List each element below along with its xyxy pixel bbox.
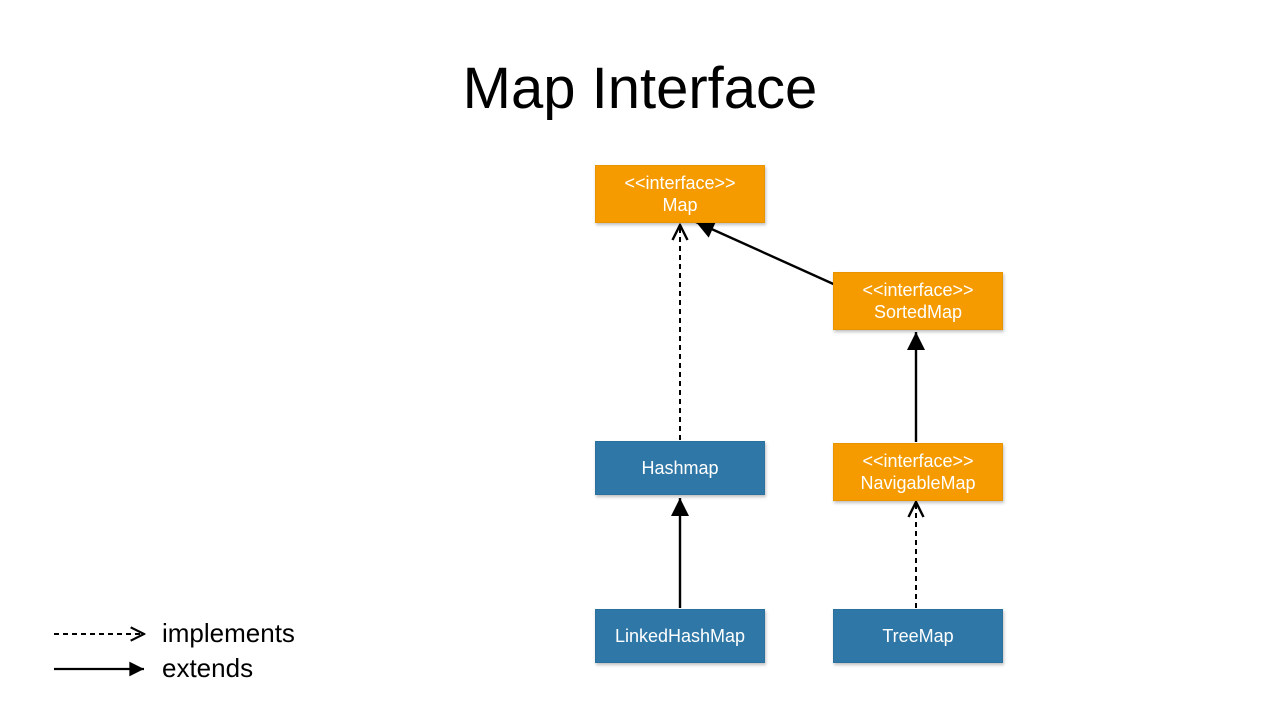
legend-implements: implements xyxy=(52,618,295,649)
node-label: TreeMap xyxy=(882,625,953,648)
node-label: SortedMap xyxy=(874,301,962,324)
node-navigablemap-interface: <<interface>> NavigableMap xyxy=(833,443,1003,501)
node-map-interface: <<interface>> Map xyxy=(595,165,765,223)
stereotype-label: <<interface>> xyxy=(862,450,973,473)
legend-label: implements xyxy=(162,618,295,649)
node-label: NavigableMap xyxy=(860,472,975,495)
edge-sortedmap-map xyxy=(696,222,840,287)
legend: implements extends xyxy=(52,614,295,684)
node-hashmap-class: Hashmap xyxy=(595,441,765,495)
solid-arrow-icon xyxy=(52,660,148,678)
legend-label: extends xyxy=(162,653,253,684)
node-linkedhashmap-class: LinkedHashMap xyxy=(595,609,765,663)
diagram-title: Map Interface xyxy=(0,55,1280,122)
stereotype-label: <<interface>> xyxy=(624,172,735,195)
legend-extends: extends xyxy=(52,653,295,684)
node-label: Hashmap xyxy=(641,457,718,480)
stereotype-label: <<interface>> xyxy=(862,279,973,302)
node-sortedmap-interface: <<interface>> SortedMap xyxy=(833,272,1003,330)
node-treemap-class: TreeMap xyxy=(833,609,1003,663)
node-label: Map xyxy=(662,194,697,217)
node-label: LinkedHashMap xyxy=(615,625,745,648)
dashed-arrow-icon xyxy=(52,625,148,643)
